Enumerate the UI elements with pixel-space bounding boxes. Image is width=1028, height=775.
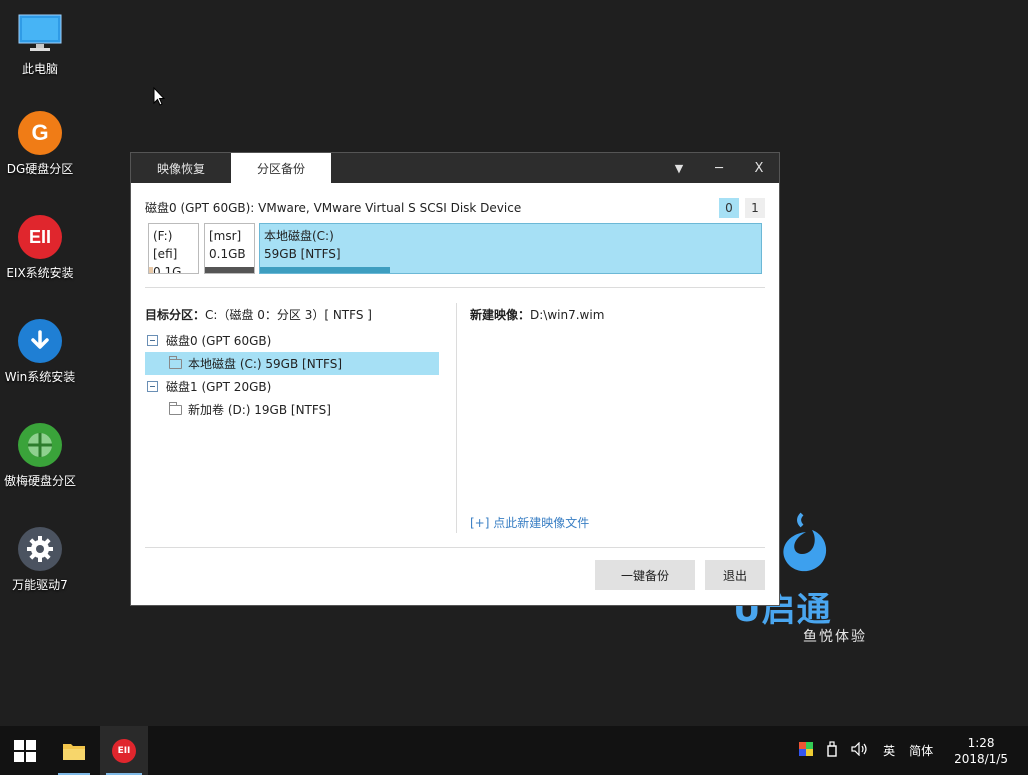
desktop-icon-driver[interactable]: 万能驱动7: [0, 526, 80, 593]
target-partition-label: 目标分区：C:（磁盘 0：分区 3）[ NTFS ]: [145, 308, 372, 322]
desktop-icon-win-install[interactable]: Win系统安装: [0, 318, 80, 385]
tab-partition-backup[interactable]: 分区备份: [231, 153, 331, 183]
divider: [145, 287, 765, 288]
close-icon[interactable]: X: [739, 153, 779, 183]
clock[interactable]: 1:28 2018/1/5: [954, 735, 1008, 767]
desktop-icon-label: EIX系统安装: [6, 266, 74, 280]
disk-pager: 0 1: [719, 198, 765, 218]
partition-usage-bar: [149, 267, 153, 273]
partition-name: [msr]: [209, 229, 242, 243]
new-image-path: D:\win7.wim: [530, 308, 605, 322]
collapse-icon[interactable]: [147, 335, 158, 346]
tree-disk-0[interactable]: 磁盘0 (GPT 60GB): [145, 329, 439, 352]
desktop-icon-label: DG硬盘分区: [6, 162, 74, 176]
desktop-icon-label: 此电脑: [21, 62, 58, 76]
partition-usage-bar: [260, 267, 391, 273]
target-partition-value: C:（磁盘 0：分区 3）[ NTFS ]: [205, 308, 372, 322]
eix-icon: EII: [17, 214, 63, 260]
partition-backup-window: 映像恢复 分区备份 ▼ ─ X 磁盘0 (GPT 60GB): VMware, …: [130, 152, 780, 606]
folder-icon: [169, 355, 182, 369]
input-mode[interactable]: 简体: [909, 742, 933, 759]
desktop-icon-label: 傲梅硬盘分区: [3, 474, 76, 488]
partition-block-msr[interactable]: [msr] 0.1GB: [204, 223, 255, 274]
clock-time: 1:28: [967, 735, 995, 750]
input-language[interactable]: 英: [883, 742, 895, 759]
partition-block-c[interactable]: 本地磁盘(C:) 59GB [NTFS]: [259, 223, 762, 274]
gear-icon: [17, 526, 63, 572]
computer-icon: [17, 10, 63, 56]
folder-icon: [63, 743, 85, 760]
tree-partition-d[interactable]: 新加卷 (D:) 19GB [NTFS]: [145, 398, 439, 421]
disk-page-1-button[interactable]: 1: [745, 198, 765, 218]
color-palette-icon[interactable]: [799, 742, 814, 759]
windows-logo-icon: [14, 739, 36, 762]
exit-button[interactable]: 退出: [705, 560, 765, 590]
disk-tree: 磁盘0 (GPT 60GB) 本地磁盘 (C:) 59GB [NTFS] 磁盘1…: [145, 329, 439, 421]
brand-tagline: 鱼悦体验: [803, 629, 867, 645]
clock-date: 2018/1/5: [954, 751, 1008, 766]
partition-size: 0.1GB: [209, 247, 246, 261]
vertical-divider: [456, 303, 457, 533]
system-tray: 英 简体 1:28 2018/1/5: [792, 726, 1028, 775]
taskbar-eix-app[interactable]: EII: [100, 726, 148, 775]
dg-icon: G: [17, 110, 63, 156]
disk-header: 磁盘0 (GPT 60GB): VMware, VMware Virtual S…: [145, 201, 522, 215]
volume-icon[interactable]: [851, 741, 869, 759]
one-click-backup-button[interactable]: 一键备份: [595, 560, 695, 590]
minimize-icon[interactable]: ─: [699, 153, 739, 183]
desktop-icon-label: 万能驱动7: [12, 578, 68, 592]
partition-pie-icon: [17, 422, 63, 468]
partition-block-efi[interactable]: (F:)[efi] 0.1G...: [148, 223, 199, 274]
disk-page-0-button[interactable]: 0: [719, 198, 739, 218]
tree-disk-1[interactable]: 磁盘1 (GPT 20GB): [145, 375, 439, 398]
collapse-icon[interactable]: [147, 381, 158, 392]
window-titlebar: 映像恢复 分区备份 ▼ ─ X: [131, 153, 779, 183]
partition-name: 本地磁盘(C:): [264, 229, 334, 243]
tab-image-restore[interactable]: 映像恢复: [131, 153, 231, 183]
new-image-file-link[interactable]: [+] 点此新建映像文件: [470, 514, 589, 531]
usb-icon[interactable]: [827, 741, 837, 760]
taskbar-file-explorer[interactable]: [52, 726, 96, 775]
desktop-icon-label: Win系统安装: [4, 370, 76, 384]
mouse-cursor-icon: [153, 86, 166, 110]
desktop-icon-eix-install[interactable]: EII EIX系统安装: [0, 214, 80, 281]
download-icon: [17, 318, 63, 364]
menu-dropdown-icon[interactable]: ▼: [659, 153, 699, 183]
new-image-label: 新建映像：D:\win7.wim: [470, 308, 605, 322]
tree-partition-c[interactable]: 本地磁盘 (C:) 59GB [NTFS]: [145, 352, 439, 375]
partition-size: 59GB [NTFS]: [264, 247, 341, 261]
eix-icon: EII: [112, 738, 136, 763]
partition-usage-bar: [205, 267, 254, 273]
start-button[interactable]: [0, 726, 50, 775]
taskbar: EII 英 简体 1:28 2018/1/5: [0, 726, 1028, 775]
folder-icon: [169, 401, 182, 415]
divider: [145, 547, 765, 548]
partition-size: 0.1G...: [153, 265, 193, 274]
desktop-icon-aomei-partition[interactable]: 傲梅硬盘分区: [0, 422, 80, 489]
partition-name: (F:)[efi]: [153, 229, 178, 261]
desktop-icon-this-pc[interactable]: 此电脑: [0, 10, 80, 77]
desktop-icon-dg-partition[interactable]: G DG硬盘分区: [0, 110, 80, 177]
